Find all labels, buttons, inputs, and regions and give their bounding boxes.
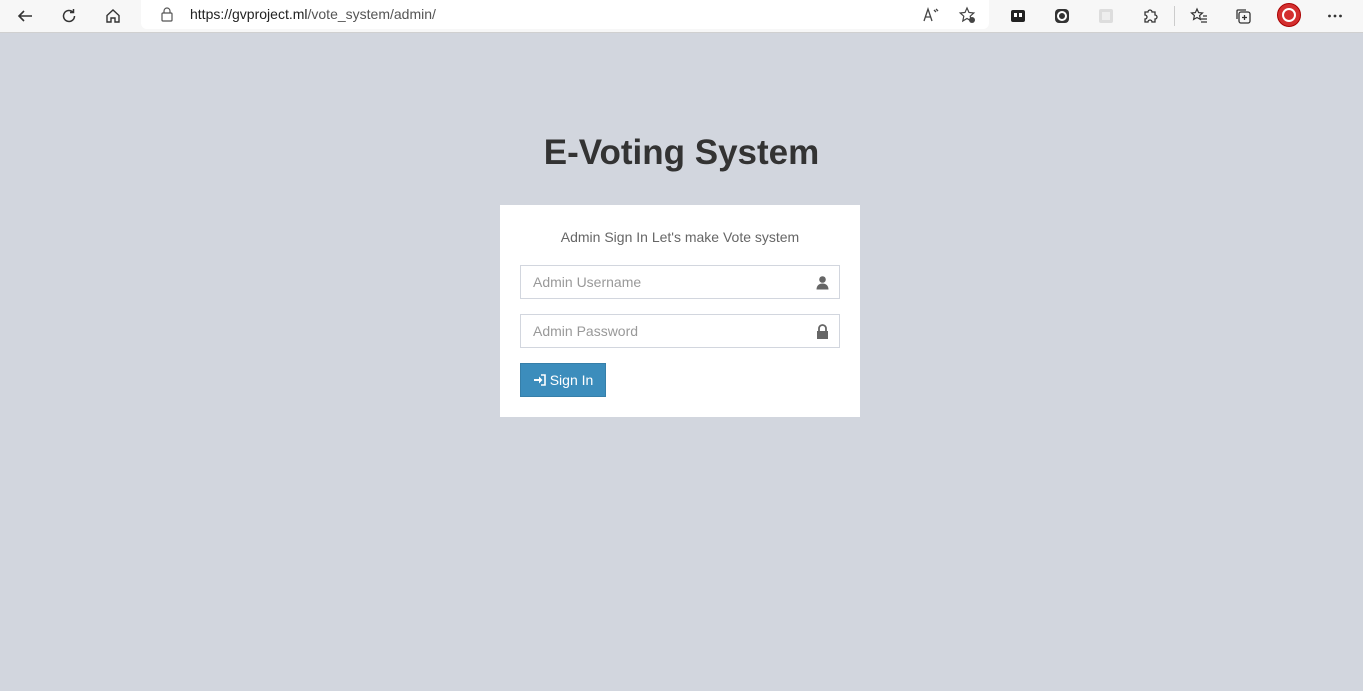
collections-icon [1236,9,1251,24]
reload-icon [62,9,76,23]
read-aloud-icon [923,6,939,22]
extension-app-icon [1011,10,1025,22]
puzzle-icon [1144,9,1158,23]
url-host: https://gvproject.ml [190,6,308,22]
url-path: /vote_system/admin/ [307,6,436,22]
extension-ring-icon [1055,9,1069,23]
password-input[interactable] [521,315,825,347]
sign-in-button[interactable]: Sign In [520,363,606,397]
username-input[interactable] [521,266,825,298]
more-menu-button[interactable] [1321,2,1349,30]
more-dots-icon [1328,14,1342,18]
favorites-button[interactable] [1185,2,1213,30]
extension-2-button[interactable] [1048,2,1076,30]
home-icon [106,9,120,23]
reload-button[interactable] [55,2,83,30]
profile-avatar[interactable] [1277,3,1301,27]
login-message: Admin Sign In Let's make Vote system [560,229,800,245]
back-button[interactable] [11,2,39,30]
star-add-icon [958,6,976,23]
collections-button[interactable] [1229,2,1257,30]
back-arrow-icon [17,10,32,22]
sign-in-label: Sign In [549,372,594,388]
password-field-group [520,314,840,348]
user-icon [814,274,830,290]
extension-3-button[interactable] [1092,2,1120,30]
address-bar[interactable]: https://gvproject.ml/vote_system/admin/ [141,0,989,29]
extension-disabled-icon [1099,9,1113,23]
lock-icon [814,323,830,339]
page-title: E-Voting System [543,133,820,172]
sign-in-icon [533,374,546,386]
read-aloud-button[interactable] [921,5,941,25]
profile-logo-icon [1282,8,1296,22]
extension-1-button[interactable] [1004,2,1032,30]
favorites-icon [1190,7,1207,23]
url-text[interactable]: https://gvproject.ml/vote_system/admin/ [190,6,436,22]
home-button[interactable] [99,2,127,30]
add-favorite-button[interactable] [957,5,977,25]
browser-toolbar: https://gvproject.ml/vote_system/admin/ [0,0,1363,33]
username-field-group [520,265,840,299]
login-box: Admin Sign In Let's make Vote system Sig… [500,205,860,417]
extensions-button[interactable] [1136,2,1164,30]
lock-icon [161,7,173,22]
toolbar-divider [1174,6,1175,26]
